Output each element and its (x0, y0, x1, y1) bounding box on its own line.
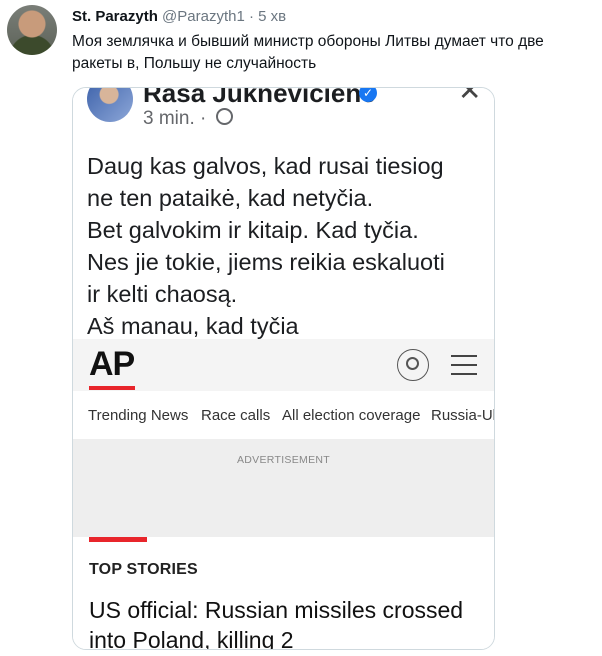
tweet-text: Моя землячка и бывший министр обороны Ли… (72, 33, 544, 72)
avatar[interactable] (7, 5, 57, 55)
menu-icon (451, 355, 477, 375)
fb-timestamp: 3 min. · (143, 108, 233, 130)
ap-nav-item: Race calls (201, 407, 271, 424)
separator: · (248, 8, 254, 25)
fb-avatar (87, 88, 133, 122)
fb-post-line: Bet galvokim ir kitaip. Kad tyčia. (87, 217, 419, 243)
ap-header: AP (73, 339, 494, 391)
globe-icon (215, 108, 233, 125)
fb-post-line: Aš manau, kad tyčia (87, 313, 299, 339)
ap-nav-item: Trending News (88, 407, 189, 424)
fb-post-header: Rasa Juknevičienė ✓ ✕ 3 min. · (73, 88, 494, 148)
ap-logo: AP (89, 345, 135, 383)
ap-page-screenshot: AP Trending News Race calls All election… (73, 339, 494, 649)
fb-author-name: Rasa Juknevičienė (143, 87, 376, 108)
close-icon: ✕ (458, 87, 482, 106)
fb-post-line: Nes jie tokie, jiems reikia eskaluoti (87, 249, 445, 275)
tweet-header: St. Parazyth @Parazyth1 · 5 хв (72, 8, 286, 26)
ad-slot: ADVERTISEMENT (73, 439, 494, 537)
top-stories: TOP STORIES US official: Russian missile… (73, 537, 494, 649)
fb-post-line: ne ten pataikė, kad netyčia. (87, 185, 374, 211)
embedded-screenshot[interactable]: Rasa Juknevičienė ✓ ✕ 3 min. · Daug kas … (72, 87, 495, 650)
ap-nav-item: Russia-Uk (431, 407, 494, 424)
fb-post-line: Daug kas galvos, kad rusai tiesiog (87, 153, 444, 179)
fb-time-text: 3 min. (143, 108, 195, 129)
fb-post-text: Daug kas galvos, kad rusai tiesiog ne te… (87, 150, 487, 342)
top-stories-title: TOP STORIES (89, 561, 198, 578)
headline: US official: Russian missiles crossed in… (89, 597, 464, 650)
ap-logo-underline (89, 386, 135, 390)
fb-post-line: ir kelti chaosą. (87, 281, 238, 307)
author-handle[interactable]: @Parazyth1 (162, 8, 245, 25)
ad-label: ADVERTISEMENT (237, 454, 330, 466)
ap-nav-item: All election coverage (282, 407, 421, 424)
ap-nav: Trending News Race calls All election co… (73, 391, 494, 439)
author-name[interactable]: St. Parazyth (72, 8, 158, 25)
top-stories-accent (89, 537, 147, 542)
timestamp[interactable]: 5 хв (258, 8, 286, 25)
search-icon (397, 349, 429, 381)
fb-dot: · (200, 108, 207, 129)
